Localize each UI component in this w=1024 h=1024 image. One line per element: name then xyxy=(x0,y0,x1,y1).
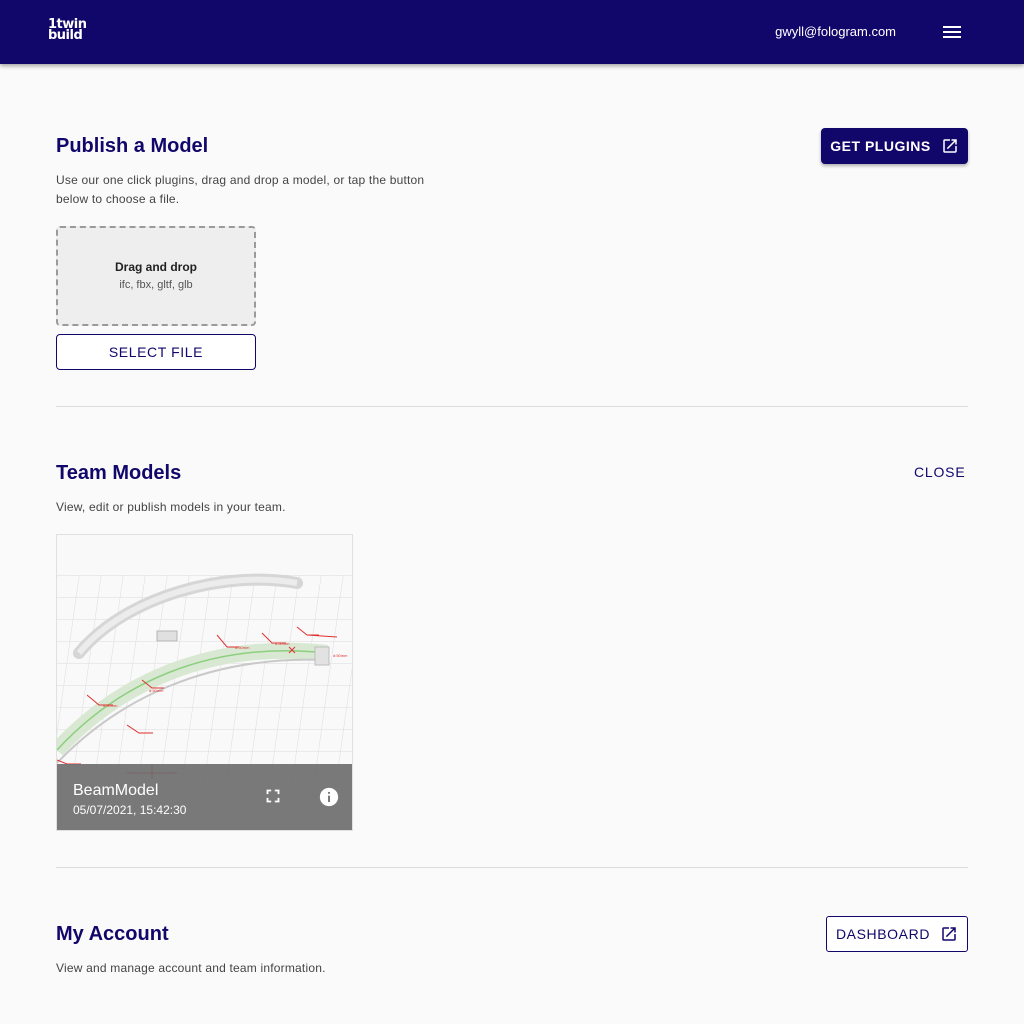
twinbuild-logo[interactable]: 1twin build xyxy=(48,18,87,45)
dashboard-button[interactable]: DASHBOARD xyxy=(826,916,968,952)
dashboard-label: DASHBOARD xyxy=(835,926,931,942)
select-file-label: SELECT FILE xyxy=(108,344,204,360)
external-link-icon xyxy=(942,139,957,153)
select-file-button[interactable]: SELECT FILE xyxy=(56,334,256,370)
publish-description-line-1: Use our one click plugins, drag and drop… xyxy=(56,173,425,187)
svg-text:d:50mm: d:50mm xyxy=(333,653,348,658)
team-description: View, edit or publish models in your tea… xyxy=(56,500,286,514)
account-section-title: My Account xyxy=(56,923,169,945)
model-name: BeamModel xyxy=(73,782,159,799)
user-email: gwyll@fologram.com xyxy=(775,24,896,39)
section-divider xyxy=(56,867,968,868)
dropzone-formats: ifc, fbx, gltf, glb xyxy=(119,279,193,291)
account-description: View and manage account and team informa… xyxy=(56,961,326,975)
dropzone-title: Drag and drop xyxy=(114,260,197,274)
publish-description-line-2: below to choose a file. xyxy=(56,192,180,206)
model-card-footer: BeamModel 05/07/2021, 15:42:30 xyxy=(57,764,352,830)
close-button[interactable]: CLOSE xyxy=(914,464,965,480)
svg-text:d:50mm: d:50mm xyxy=(275,641,290,646)
publish-section-title: Publish a Model xyxy=(56,135,209,157)
svg-text:d:50mm: d:50mm xyxy=(103,703,118,708)
model-date: 05/07/2021, 15:42:30 xyxy=(73,803,187,817)
fullscreen-icon[interactable] xyxy=(262,785,284,807)
external-link-icon xyxy=(942,927,956,941)
model-card[interactable]: d:50mm d:50mm d:50mm d:50mm d:50mm BeamM… xyxy=(56,534,353,831)
team-section-title: Team Models xyxy=(56,462,182,484)
get-plugins-label: GET PLUGINS xyxy=(830,138,931,154)
info-icon[interactable] xyxy=(318,786,340,808)
get-plugins-button[interactable]: GET PLUGINS xyxy=(821,128,968,164)
section-divider xyxy=(56,406,968,407)
hamburger-menu-icon[interactable] xyxy=(940,22,964,42)
logo-line-2: build xyxy=(48,28,83,43)
publish-description: Use our one click plugins, drag and drop… xyxy=(56,171,424,209)
svg-text:d:50mm: d:50mm xyxy=(149,688,164,693)
top-app-bar: 1twin build gwyll@fologram.com xyxy=(0,0,1024,64)
svg-text:d:50mm: d:50mm xyxy=(235,645,250,650)
file-dropzone[interactable]: Drag and drop ifc, fbx, gltf, glb xyxy=(56,226,256,326)
